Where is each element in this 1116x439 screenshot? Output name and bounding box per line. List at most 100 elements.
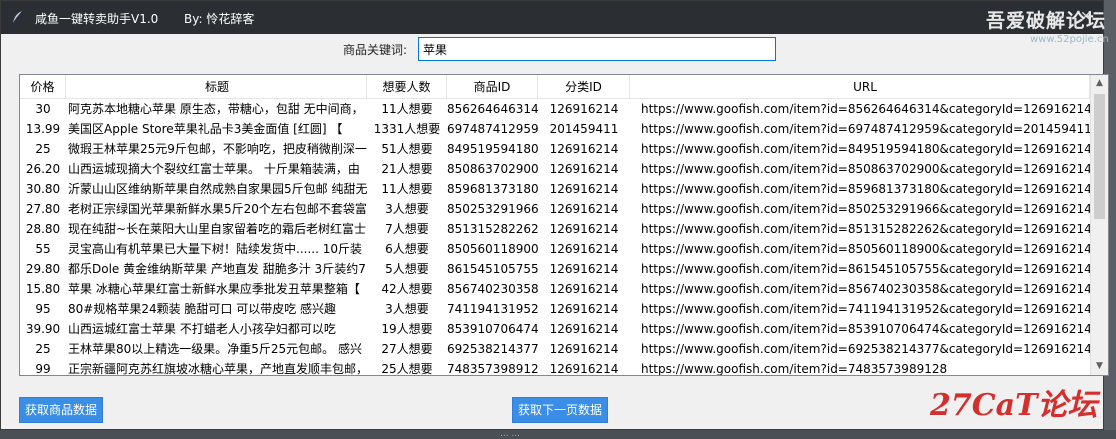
desktop-background: [0, 430, 1116, 439]
table-row[interactable]: 25 王林苹果80以上精选一级果。净重5斤25元包邮。 感兴 27人想要 692538…: [20, 339, 1090, 359]
cell-price: 30: [35, 102, 51, 116]
cell-category-id: 126916214: [549, 282, 619, 296]
search-row: 商品关键词:: [1, 37, 1103, 61]
cell-title: 王林苹果80以上精选一级果。净重5斤25元包邮。 感兴: [68, 342, 362, 356]
scroll-down-icon[interactable]: ▼: [1091, 358, 1108, 375]
cell-category-id: 126916214: [549, 102, 619, 116]
cell-title: 灵宝高山有机苹果已大量下树！陆续发货中...... 10斤装: [68, 242, 362, 256]
cell-url: https://www.goofish.com/item?id=85968137…: [641, 182, 1090, 196]
cell-wants: 3人想要: [385, 302, 429, 316]
cell-category-id: 126916214: [549, 202, 619, 216]
vertical-scrollbar[interactable]: ▲ ▼: [1090, 75, 1108, 375]
table-header: 价格 标题 想要人数 商品ID 分类ID URL: [20, 75, 1090, 99]
table-row[interactable]: 39.90 山西运城红富士苹果 不打蜡老人小孩孕妇都可以吃 19人想要 853910…: [20, 319, 1090, 339]
watermark-top-url: www.52pojie.cn: [1030, 34, 1109, 45]
cell-wants: 7人想要: [385, 222, 429, 236]
table-row[interactable]: 27.80 老树正宗绿国光苹果新鲜水果5斤20个左右包邮不套袋富 3人想要 85025…: [20, 199, 1090, 219]
scroll-up-icon[interactable]: ▲: [1091, 75, 1108, 92]
cell-price: 55: [35, 242, 51, 256]
cell-wants: 25人想要: [381, 362, 433, 376]
watermark-bottom: 27CaT论坛: [930, 388, 1098, 423]
feather-icon: [13, 11, 22, 23]
cell-wants: 6人想要: [385, 242, 429, 256]
cell-url: https://www.goofish.com/item?id=85674023…: [641, 282, 1090, 296]
cell-category-id: 126916214: [549, 222, 619, 236]
table-row[interactable]: 95 80#规格苹果24颗装 脆甜可口 可以带皮吃 感兴趣 3人想要 7411941…: [20, 299, 1090, 319]
cell-title: 80#规格苹果24颗装 脆甜可口 可以带皮吃 感兴趣: [68, 302, 337, 316]
cell-url: https://www.goofish.com/item?id=85391070…: [641, 322, 1090, 336]
cell-url: https://www.goofish.com/item?id=69748741…: [641, 122, 1090, 136]
cell-wants: 5人想要: [385, 262, 429, 276]
cell-wants: 3人想要: [385, 202, 429, 216]
cell-item-id: 697487412959: [447, 122, 538, 136]
table-row[interactable]: 55 灵宝高山有机苹果已大量下树！陆续发货中...... 10斤装 6人想要 8505…: [20, 239, 1090, 259]
cell-item-id: 851315282262: [447, 222, 538, 236]
cell-url: https://www.goofish.com/item?id=84951959…: [641, 142, 1090, 156]
cell-wants: 51人想要: [381, 142, 433, 156]
table-row[interactable]: 30.80 沂蒙山山区维纳斯苹果自然成熟自家果园5斤包邮 纯甜无 11人想要 8596…: [20, 179, 1090, 199]
cell-category-id: 126916214: [549, 362, 619, 376]
table-row[interactable]: 15.80 苹果 冰糖心苹果红富士新鲜水果应季批发丑苹果整箱【 42人想要 85674…: [20, 279, 1090, 299]
app-window: 咸鱼一键转卖助手V1.0 By: 怜花辞客 — ✕ 商品关键词: 价格 标题 想…: [0, 0, 1109, 430]
cell-title: 山西运城现摘大个裂纹红富士苹果。 十斤果箱装满，由: [68, 162, 360, 176]
cell-wants: 27人想要: [381, 342, 433, 356]
column-header-wants[interactable]: 想要人数: [367, 75, 447, 99]
cell-item-id: 850560118900: [447, 242, 538, 256]
cell-title: 正宗新疆阿克苏红旗坡冰糖心苹果，产地直发顺丰包邮，: [68, 362, 367, 376]
cell-category-id: 126916214: [549, 162, 619, 176]
cell-url: https://www.goofish.com/item?id=85056011…: [641, 242, 1090, 256]
cell-price: 15.80: [25, 282, 61, 296]
cell-title: 美国区Apple Store苹果礼品卡3美金面值 [红圆] 【: [68, 122, 343, 136]
table-row[interactable]: 29.80 都乐Dole 黄金维纳斯苹果 产地直发 甜脆多汁 3斤装约7 5人想要 8…: [20, 259, 1090, 279]
cell-item-id: 850863702900: [447, 162, 538, 176]
cell-url: https://www.goofish.com/item?id=74119413…: [641, 302, 1090, 316]
table-row[interactable]: 13.99 美国区Apple Store苹果礼品卡3美金面值 [红圆] 【 133…: [20, 119, 1090, 139]
column-header-price[interactable]: 价格: [20, 75, 66, 99]
cell-price: 25: [35, 142, 51, 156]
cell-title: 山西运城红富士苹果 不打蜡老人小孩孕妇都可以吃: [68, 322, 336, 336]
cell-item-id: 850253291966: [447, 202, 538, 216]
column-header-item-id[interactable]: 商品ID: [447, 75, 538, 99]
column-header-url[interactable]: URL: [630, 75, 1090, 99]
keyword-input[interactable]: [418, 37, 776, 61]
column-header-category-id[interactable]: 分类ID: [538, 75, 630, 99]
table-row[interactable]: 26.20 山西运城现摘大个裂纹红富士苹果。 十斤果箱装满，由 21人想要 85086…: [20, 159, 1090, 179]
table-row[interactable]: 28.80 现在纯甜~长在莱阳大山里自家留着吃的霜后老树红富士 7人想要 851315…: [20, 219, 1090, 239]
table-row[interactable]: 30 阿克苏本地糖心苹果 原生态，带糖心，包甜 无中间商， 11人想要 8562646…: [20, 99, 1090, 119]
cell-category-id: 126916214: [549, 302, 619, 316]
cell-price: 13.99: [25, 122, 61, 136]
cell-title: 微瑕王林苹果25元9斤包邮，不影响吃，把皮稍微削深一: [68, 142, 367, 156]
cell-price: 26.20: [25, 162, 61, 176]
cell-item-id: 861545105755: [447, 262, 538, 276]
cell-item-id: 741194131952: [447, 302, 538, 316]
cell-category-id: 126916214: [549, 142, 619, 156]
window-title: 咸鱼一键转卖助手V1.0: [35, 12, 159, 26]
cell-price: 99: [35, 362, 51, 376]
table-row[interactable]: 25 微瑕王林苹果25元9斤包邮，不影响吃，把皮稍微削深一 51人想要 8495195…: [20, 139, 1090, 159]
cell-category-id: 126916214: [549, 342, 619, 356]
cell-url: https://www.goofish.com/item?id=74835739…: [641, 362, 948, 376]
get-products-button[interactable]: 获取商品数据: [19, 397, 104, 423]
cell-title: 阿克苏本地糖心苹果 原生态，带糖心，包甜 无中间商，: [68, 102, 364, 116]
cell-category-id: 126916214: [549, 242, 619, 256]
cell-price: 27.80: [25, 202, 61, 216]
cell-price: 30.80: [25, 182, 61, 196]
cell-title: 苹果 冰糖心苹果红富士新鲜水果应季批发丑苹果整箱【: [68, 282, 360, 296]
title-bar[interactable]: 咸鱼一键转卖助手V1.0 By: 怜花辞客 — ✕: [1, 1, 1103, 34]
cell-price: 29.80: [25, 262, 61, 276]
cell-wants: 19人想要: [381, 322, 433, 336]
cell-category-id: 126916214: [549, 322, 619, 336]
cell-url: https://www.goofish.com/item?id=69253821…: [641, 342, 1090, 356]
cell-item-id: 859681373180: [447, 182, 538, 196]
table-row[interactable]: 99 正宗新疆阿克苏红旗坡冰糖心苹果，产地直发顺丰包邮， 25人想要 74835739…: [20, 359, 1090, 376]
cell-url: https://www.goofish.com/item?id=85131528…: [641, 222, 1090, 236]
cell-wants: 42人想要: [381, 282, 433, 296]
cell-item-id: 849519594180: [447, 142, 538, 156]
results-table[interactable]: 价格 标题 想要人数 商品ID 分类ID URL 30 阿克苏本地糖心苹果 原生态…: [19, 74, 1109, 376]
column-header-title[interactable]: 标题: [66, 75, 367, 99]
cell-item-id: 748357398912: [447, 362, 538, 376]
scrollbar-thumb[interactable]: [1094, 94, 1105, 219]
cell-price: 28.80: [25, 222, 61, 236]
cell-wants: 11人想要: [381, 102, 433, 116]
next-page-button[interactable]: 获取下一页数据: [512, 397, 609, 423]
